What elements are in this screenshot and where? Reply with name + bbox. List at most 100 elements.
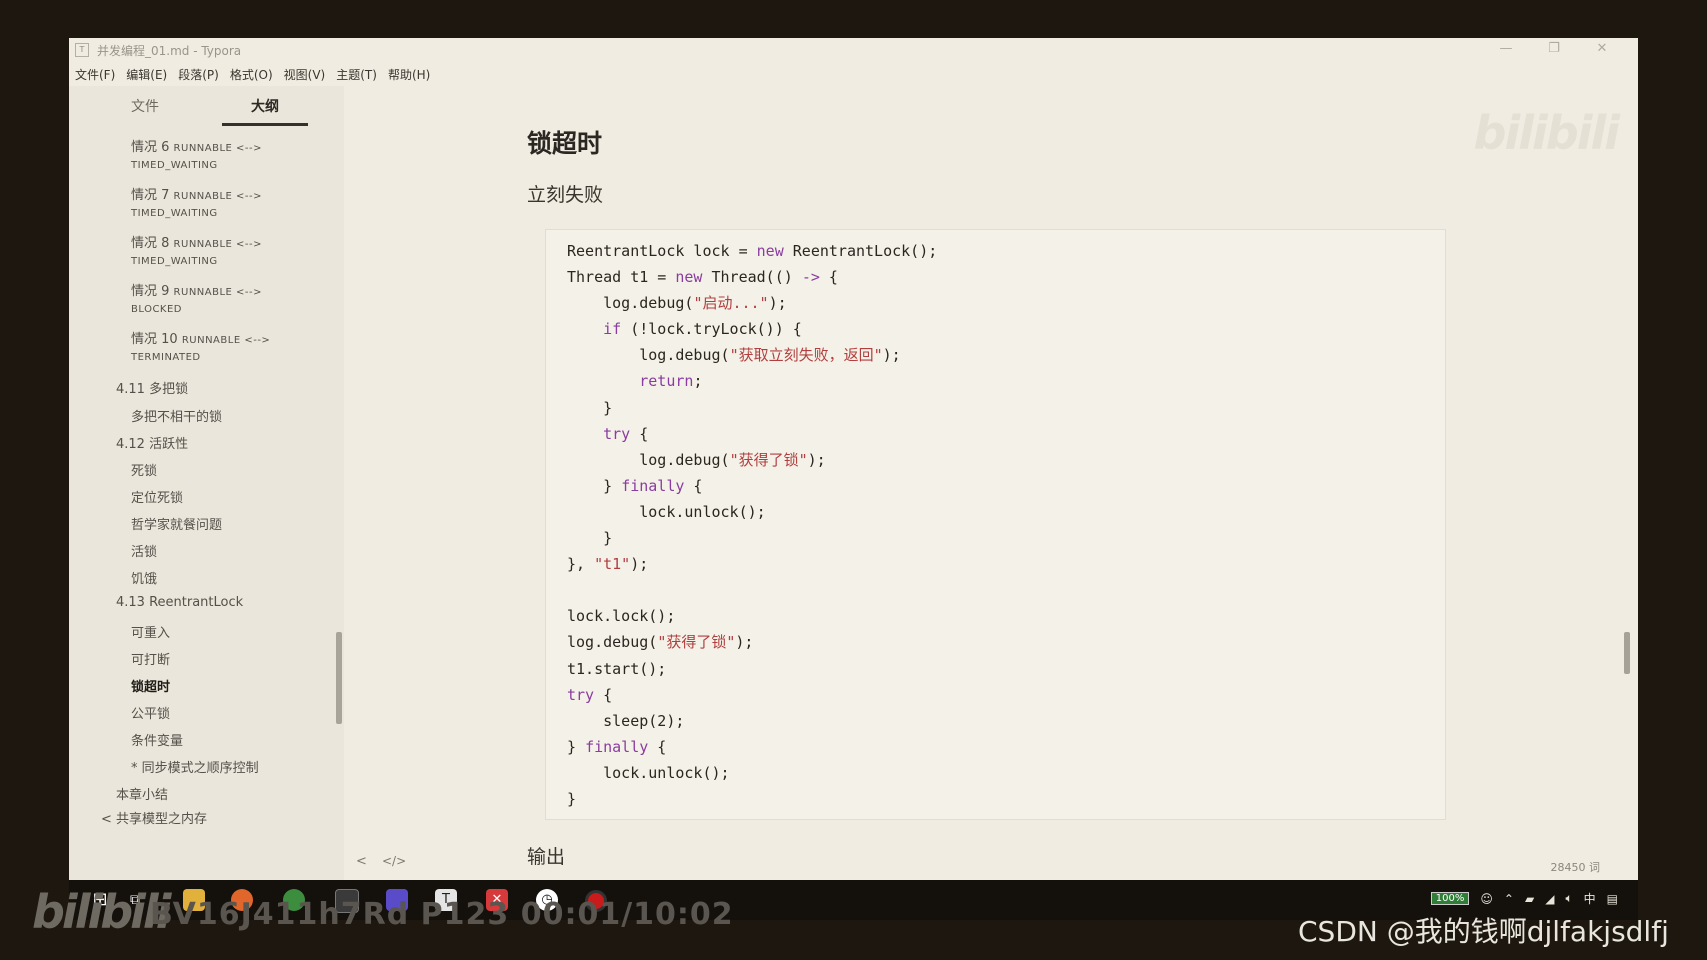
outline-item[interactable]: 死锁: [131, 460, 157, 479]
notification-icon[interactable]: ▤: [1607, 892, 1618, 906]
wifi-icon[interactable]: ◢: [1545, 892, 1554, 906]
code-string: "启动...": [693, 294, 769, 313]
back-arrow-icon[interactable]: <: [356, 854, 367, 869]
menu-bar: 文件(F) 编辑(E) 段落(P) 格式(O) 视图(V) 主题(T) 帮助(H…: [69, 62, 435, 86]
section-heading: 锁超时: [527, 129, 603, 158]
tab-files[interactable]: 文件: [131, 96, 159, 116]
outline-item[interactable]: 4.11 多把锁: [116, 378, 188, 397]
network-icon[interactable]: ▰: [1525, 892, 1534, 906]
volume-icon[interactable]: 🔈︎: [1565, 891, 1572, 906]
outline-item-state: RUNNABLE <-->: [173, 287, 263, 298]
editor-scrollbar[interactable]: [1624, 632, 1630, 674]
code-token: ReentrantLock();: [783, 242, 938, 260]
close-button[interactable]: ✕: [1578, 38, 1626, 62]
chevron-up-icon[interactable]: ⌃: [1504, 892, 1514, 906]
code-token: ;: [693, 372, 703, 391]
outline-item[interactable]: 可重入: [131, 622, 170, 641]
code-string: "获得了锁": [657, 633, 736, 652]
code-token: ReentrantLock lock =: [567, 242, 757, 260]
outline-item-state: RUNNABLE <-->: [181, 335, 271, 346]
outline-item[interactable]: 饥饿: [131, 568, 157, 587]
code-keyword: ->: [801, 268, 820, 287]
outline-item-label: 情况 7: [131, 188, 170, 203]
outline-item[interactable]: * 同步模式之顺序控制: [131, 757, 259, 776]
outline-item-state-target: TIMED_WAITING: [131, 256, 218, 267]
outline-item-label: 4.11 多把锁: [116, 382, 189, 397]
editor-pane[interactable]: bilibili 锁超时 立刻失败 ReentrantLock lock = n…: [344, 86, 1638, 880]
outline-item-label: 定位死锁: [131, 491, 184, 506]
tab-outline[interactable]: 大纲: [251, 96, 279, 116]
menu-theme[interactable]: 主题(T): [336, 66, 377, 83]
outline-item-label: 情况 9: [131, 284, 170, 299]
code-keyword: try: [603, 424, 631, 443]
menu-paragraph[interactable]: 段落(P): [178, 66, 219, 83]
code-keyword: try: [567, 685, 595, 704]
outline-item[interactable]: 锁超时: [131, 676, 170, 695]
outline-item[interactable]: 4.13 ReentrantLock: [116, 595, 243, 610]
outline-item[interactable]: 情况 9 RUNNABLE <--> BLOCKED: [131, 280, 262, 315]
outline-item[interactable]: 可打断: [131, 649, 170, 668]
outline-item[interactable]: 情况 10 RUNNABLE <--> TERMINATED: [131, 328, 270, 363]
subsection-heading: 立刻失败: [527, 184, 604, 206]
code-string: "获得了锁": [729, 450, 808, 469]
source-mode-icon[interactable]: </>: [382, 854, 406, 868]
outline-item-state-target: TIMED_WAITING: [131, 160, 218, 171]
outline-item-label: 情况 10: [131, 332, 178, 347]
menu-help[interactable]: 帮助(H): [388, 66, 430, 83]
ime-indicator[interactable]: 中: [1584, 890, 1596, 907]
menu-edit[interactable]: 编辑(E): [126, 66, 167, 83]
code-token: Thread t1 =: [567, 268, 676, 287]
code-token: {: [594, 685, 613, 704]
people-icon[interactable]: ☺: [1480, 892, 1493, 906]
outline-item[interactable]: 定位死锁: [131, 487, 183, 506]
code-token: }: [567, 529, 613, 548]
outline-item[interactable]: 情况 8 RUNNABLE <--> TIMED_WAITING: [131, 232, 262, 267]
outline-item-label: 4.13 ReentrantLock: [116, 595, 244, 610]
outline-item-state-target: TERMINATED: [131, 352, 201, 363]
code-string: "t1": [594, 555, 631, 574]
outline-item[interactable]: 活锁: [131, 541, 157, 560]
menu-format[interactable]: 格式(O): [230, 66, 273, 83]
code-token: log.debug(: [567, 633, 658, 652]
outline-item-label: 锁超时: [131, 680, 171, 695]
outline-item[interactable]: < 共享模型之内存: [101, 808, 207, 827]
battery-indicator[interactable]: 100%: [1430, 892, 1470, 905]
bilibili-watermark: bilibili: [1473, 106, 1620, 160]
outline-item-label: 哲学家就餐问题: [131, 518, 223, 533]
maximize-button[interactable]: ❐: [1530, 38, 1578, 62]
typora-window: T 并发编程_01.md - Typora — ❐ ✕ 文件(F) 编辑(E) …: [69, 38, 1638, 880]
outline-item-label: < 共享模型之内存: [101, 812, 208, 827]
word-count[interactable]: 28450 词: [1551, 859, 1601, 875]
typora-app-icon: T: [75, 43, 89, 57]
outline-item-state: RUNNABLE <-->: [173, 143, 263, 154]
code-token: {: [630, 424, 649, 443]
sidebar-scrollbar[interactable]: [336, 632, 342, 724]
code-string: "获取立刻失败，返回": [729, 346, 883, 365]
minimize-button[interactable]: —: [1482, 38, 1530, 62]
outline-item-label: 多把不相干的锁: [131, 410, 223, 425]
code-token: }: [567, 737, 586, 756]
output-heading: 输出: [527, 846, 566, 868]
code-token: }: [567, 476, 622, 495]
code-token: sleep(2);: [567, 711, 685, 730]
code-keyword: new: [756, 242, 784, 260]
outline-item[interactable]: 公平锁: [131, 703, 170, 722]
outline-item[interactable]: 情况 6 RUNNABLE <--> TIMED_WAITING: [131, 136, 262, 171]
outline-item[interactable]: 4.12 活跃性: [116, 433, 188, 452]
outline-item[interactable]: 情况 7 RUNNABLE <--> TIMED_WAITING: [131, 184, 262, 219]
code-keyword: finally: [621, 476, 685, 495]
menu-file[interactable]: 文件(F): [75, 66, 115, 83]
code-token: log.debug(: [567, 346, 730, 365]
window-title: 并发编程_01.md - Typora: [97, 43, 242, 58]
code-block[interactable]: ReentrantLock lock = new ReentrantLock()…: [545, 229, 1446, 820]
outline-item[interactable]: 条件变量: [131, 730, 183, 749]
menu-view[interactable]: 视图(V): [284, 66, 326, 83]
outline-item[interactable]: 哲学家就餐问题: [131, 514, 222, 533]
code-token: Thread((): [702, 268, 802, 287]
outline-item[interactable]: 本章小结: [116, 784, 168, 803]
outline-item[interactable]: 多把不相干的锁: [131, 406, 222, 425]
outline-item-state-target: TIMED_WAITING: [131, 208, 218, 219]
outline-item-state: RUNNABLE <-->: [173, 191, 263, 202]
